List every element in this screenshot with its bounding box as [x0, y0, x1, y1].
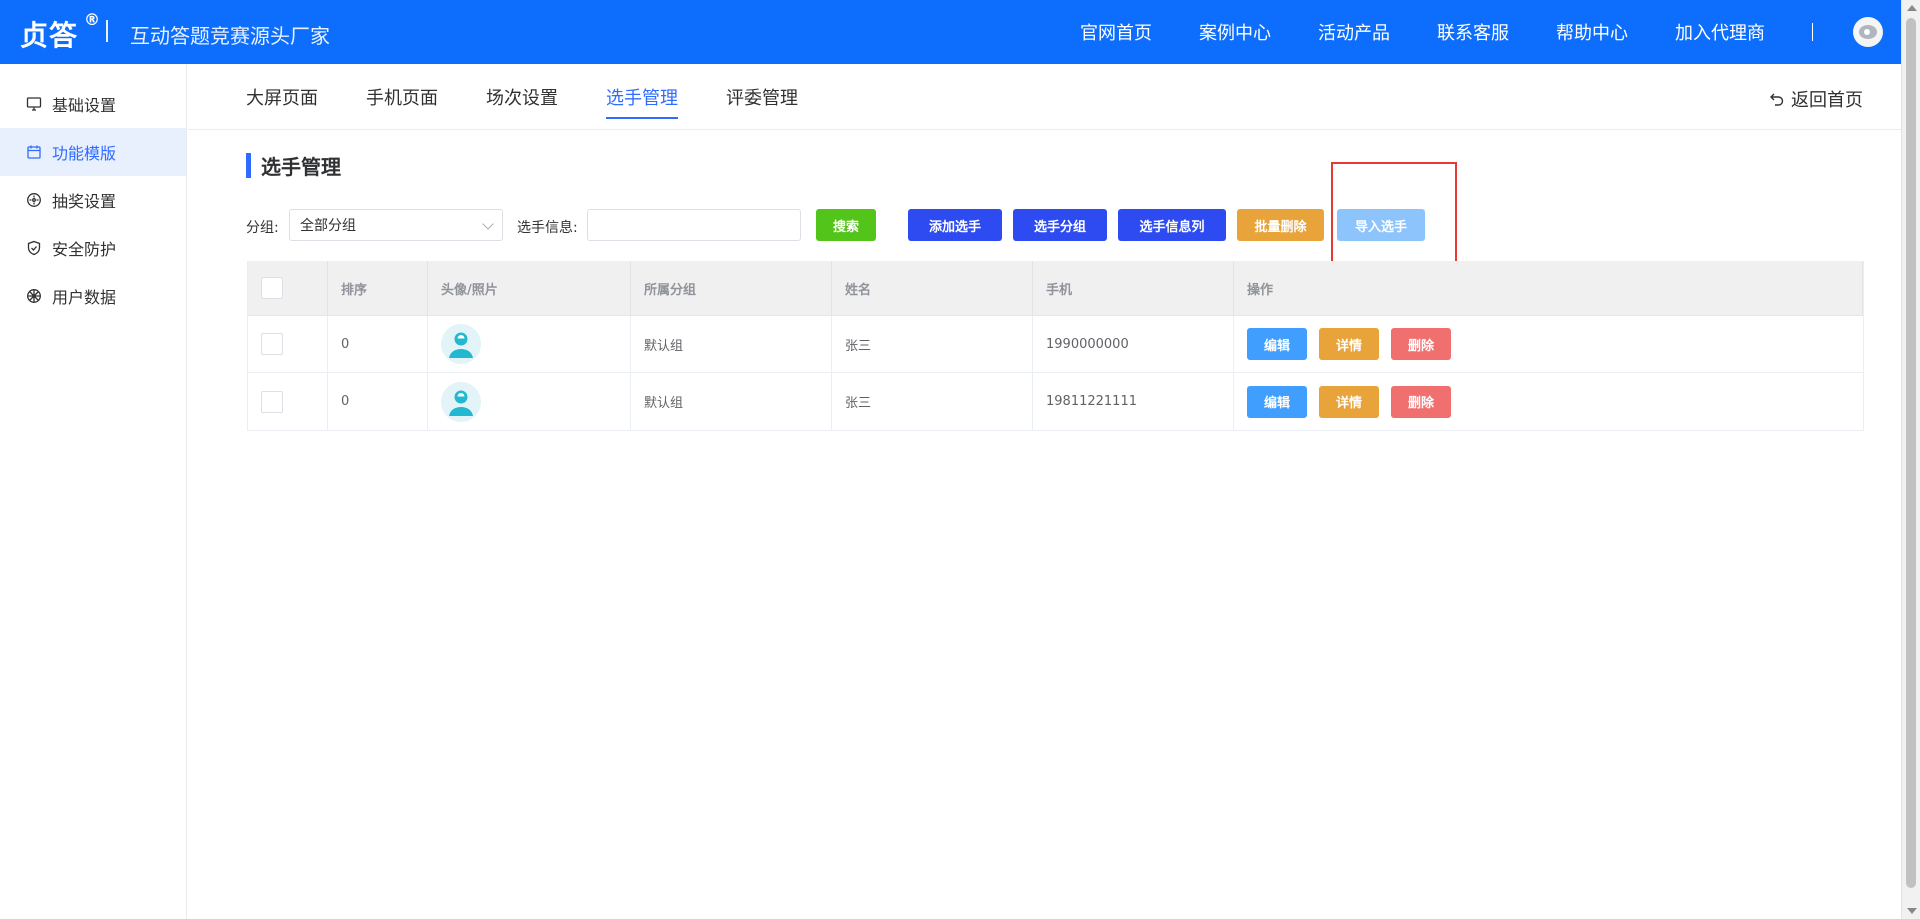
sidebar: 基础设置 功能模版 抽奖设置 安全防护 用户数据: [0, 64, 187, 919]
row-phone: 1990000000: [1033, 316, 1234, 372]
row-group: 默认组: [631, 316, 832, 372]
group-filter-label: 分组:: [246, 220, 279, 236]
edit-button[interactable]: 编辑: [1247, 385, 1307, 418]
page-scrollbar[interactable]: [1901, 0, 1920, 919]
detail-button[interactable]: 详情: [1319, 328, 1379, 360]
row-name: 张三: [832, 316, 1033, 372]
row-avatar-cell: [428, 373, 631, 430]
nav-agent[interactable]: 加入代理商: [1675, 19, 1765, 45]
header-avatar: 头像/照片: [428, 261, 631, 315]
row-select-cell: [248, 316, 328, 372]
table-row: 0 默认组 张三 19811221111 编辑 详情 删除: [248, 373, 1863, 430]
contestant-group-button[interactable]: 选手分组: [1013, 209, 1107, 241]
header-sort: 排序: [328, 261, 428, 315]
row-group: 默认组: [631, 373, 832, 430]
tab-mobile[interactable]: 手机页面: [366, 84, 438, 110]
sidebar-item-basic-settings[interactable]: 基础设置: [0, 80, 186, 128]
row-sort: 0: [328, 316, 428, 372]
avatar: [441, 324, 481, 364]
tab-contestants[interactable]: 选手管理: [606, 84, 678, 119]
contestant-columns-button[interactable]: 选手信息列: [1118, 209, 1226, 241]
delete-button[interactable]: 删除: [1391, 385, 1451, 418]
top-header: 贞答 ® 互动答题竞赛源头厂家 官网首页 案例中心 活动产品 联系客服 帮助中心 …: [0, 0, 1901, 64]
search-button[interactable]: 搜索: [816, 209, 876, 241]
brand-name: 贞答: [20, 19, 79, 52]
registered-mark: ®: [84, 9, 102, 29]
row-name: 张三: [832, 373, 1033, 430]
sidebar-item-feature-template[interactable]: 功能模版: [0, 128, 186, 176]
person-avatar-icon: [441, 324, 481, 364]
batch-delete-button[interactable]: 批量删除: [1237, 209, 1324, 241]
highlight-annotation-box: [1331, 162, 1457, 277]
back-home-link[interactable]: 返回首页: [1769, 86, 1863, 112]
nav-divider: [1812, 23, 1813, 41]
row-actions: 编辑 详情 删除: [1234, 316, 1863, 372]
nav-home[interactable]: 官网首页: [1080, 19, 1152, 45]
group-select-value: 全部分组: [300, 218, 356, 234]
monitor-icon: [26, 96, 42, 112]
brand-logo[interactable]: 贞答 ®: [20, 10, 101, 54]
lottery-icon: [26, 192, 42, 208]
brand-slogan: 互动答题竞赛源头厂家: [130, 24, 330, 48]
scrollbar-thumb[interactable]: [1906, 18, 1916, 888]
contestant-table: 排序 头像/照片 所属分组 姓名 手机 操作 0 默认组 张三 19900000…: [247, 261, 1864, 431]
row-phone: 19811221111: [1033, 373, 1234, 430]
row-checkbox[interactable]: [261, 333, 283, 355]
nav-help[interactable]: 帮助中心: [1556, 19, 1628, 45]
sidebar-item-label: 用户数据: [52, 288, 117, 307]
user-avatar[interactable]: [1853, 17, 1883, 47]
row-checkbox[interactable]: [261, 390, 283, 413]
person-avatar-icon: [441, 381, 481, 422]
tab-sessions[interactable]: 场次设置: [486, 84, 558, 110]
sidebar-item-label: 安全防护: [52, 240, 117, 259]
chevron-down-icon: [482, 218, 494, 230]
header-select-cell: [248, 261, 328, 315]
sidebar-item-lottery-settings[interactable]: 抽奖设置: [0, 176, 186, 224]
top-nav: 官网首页 案例中心 活动产品 联系客服 帮助中心 加入代理商: [1080, 0, 1901, 64]
shield-icon: [26, 240, 42, 256]
detail-button[interactable]: 详情: [1319, 385, 1379, 418]
user-data-icon: [26, 288, 42, 304]
row-avatar-cell: [428, 316, 631, 372]
sidebar-item-label: 基础设置: [52, 96, 117, 115]
table-row: 0 默认组 张三 1990000000 编辑 详情 删除: [248, 316, 1863, 373]
page-title: 选手管理: [261, 154, 341, 179]
contestant-info-input[interactable]: [587, 209, 801, 241]
sidebar-item-user-data[interactable]: 用户数据: [0, 272, 186, 320]
tab-big-screen[interactable]: 大屏页面: [246, 84, 318, 110]
sidebar-item-security[interactable]: 安全防护: [0, 224, 186, 272]
row-select-cell: [248, 373, 328, 430]
sidebar-item-label: 功能模版: [52, 144, 117, 163]
header-actions: 操作: [1234, 261, 1863, 315]
contestant-info-label: 选手信息:: [517, 220, 578, 236]
undo-icon: [1769, 91, 1785, 107]
page-tabs: 大屏页面 手机页面 场次设置 选手管理 评委管理 返回首页: [188, 64, 1901, 130]
header-name: 姓名: [832, 261, 1033, 315]
header-phone: 手机: [1033, 261, 1234, 315]
row-sort: 0: [328, 373, 428, 430]
tab-judges[interactable]: 评委管理: [726, 84, 798, 110]
header-group: 所属分组: [631, 261, 832, 315]
title-accent-bar: [246, 152, 251, 178]
brand-divider: [106, 20, 108, 42]
table-header-row: 排序 头像/照片 所属分组 姓名 手机 操作: [248, 261, 1863, 316]
add-contestant-button[interactable]: 添加选手: [908, 209, 1002, 241]
back-home-label: 返回首页: [1791, 90, 1863, 111]
row-actions: 编辑 详情 删除: [1234, 373, 1863, 430]
group-select[interactable]: 全部分组: [289, 209, 503, 241]
avatar: [441, 381, 481, 422]
section-heading: 选手管理: [246, 152, 341, 179]
select-all-checkbox[interactable]: [261, 277, 283, 299]
calendar-icon: [26, 144, 42, 160]
delete-button[interactable]: 删除: [1391, 328, 1451, 360]
nav-products[interactable]: 活动产品: [1318, 19, 1390, 45]
sidebar-item-label: 抽奖设置: [52, 192, 117, 211]
nav-cases[interactable]: 案例中心: [1199, 19, 1271, 45]
scroll-down-arrow-icon[interactable]: [1907, 908, 1917, 914]
nav-contact[interactable]: 联系客服: [1437, 19, 1509, 45]
edit-button[interactable]: 编辑: [1247, 328, 1307, 360]
scroll-up-arrow-icon[interactable]: [1907, 5, 1917, 11]
